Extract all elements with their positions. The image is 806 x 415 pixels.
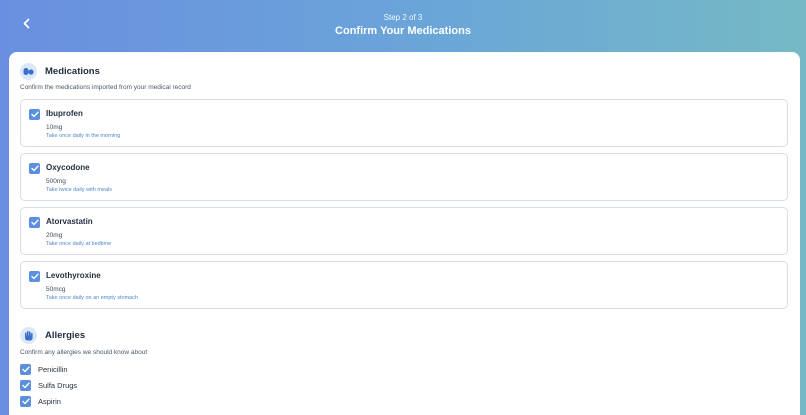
medication-checkbox[interactable]: [29, 109, 40, 120]
header: Step 2 of 3 Confirm Your Medications: [0, 0, 806, 52]
allergy-item[interactable]: Penicillin: [20, 364, 68, 375]
pills-icon: [20, 63, 37, 80]
check-icon: [21, 398, 30, 405]
allergy-checkbox[interactable]: [20, 380, 31, 391]
medication-item[interactable]: Atorvastatin 20mg Take once daily at bed…: [20, 207, 788, 255]
medication-checkbox[interactable]: [29, 163, 40, 174]
medication-instructions: Take once daily on an empty stomach: [46, 295, 139, 301]
allergy-checkbox[interactable]: [20, 396, 31, 407]
medications-subtitle: Confirm the medications imported from yo…: [20, 84, 191, 91]
medications-title: Medications: [45, 66, 100, 77]
allergies-subtitle: Confirm any allergies we should know abo…: [20, 349, 148, 356]
allergy-item[interactable]: Aspirin: [20, 396, 61, 407]
allergy-checkbox[interactable]: [20, 364, 31, 375]
check-icon: [30, 165, 39, 172]
allergies-title: Allergies: [45, 330, 86, 341]
medication-item[interactable]: Oxycodone 500mg Take twice daily with me…: [20, 153, 788, 201]
medication-dose: 50mcg: [46, 286, 66, 293]
allergy-label: Penicillin: [38, 365, 68, 374]
medication-item[interactable]: Levothyroxine 50mcg Take once daily on a…: [20, 261, 788, 309]
allergy-item[interactable]: Sulfa Drugs: [20, 380, 77, 391]
medication-dose: 500mg: [46, 178, 66, 185]
medication-name: Oxycodone: [46, 163, 90, 172]
medication-item[interactable]: Ibuprofen 10mg Take once daily in the mo…: [20, 99, 788, 147]
check-icon: [30, 111, 39, 118]
medication-dose: 10mg: [46, 124, 63, 131]
check-icon: [30, 219, 39, 226]
medication-name: Ibuprofen: [46, 109, 83, 118]
allergy-label: Aspirin: [38, 397, 61, 406]
check-icon: [30, 273, 39, 280]
allergies-header: Allergies: [20, 327, 85, 344]
medication-instructions: Take twice daily with meals: [46, 187, 113, 193]
main-card: Medications Confirm the medications impo…: [9, 52, 800, 415]
medications-header: Medications: [20, 63, 100, 80]
check-icon: [21, 382, 30, 389]
medication-name: Levothyroxine: [46, 271, 101, 280]
step-indicator: Step 2 of 3: [383, 13, 423, 22]
medication-dose: 20mg: [46, 232, 63, 239]
allergy-label: Sulfa Drugs: [38, 381, 78, 390]
medication-checkbox[interactable]: [29, 217, 40, 228]
check-icon: [21, 366, 30, 373]
medication-instructions: Take once daily in the morning: [46, 133, 121, 139]
hand-icon: [20, 327, 37, 344]
medication-checkbox[interactable]: [29, 271, 40, 282]
page-title: Confirm Your Medications: [335, 25, 471, 37]
header-text: Step 2 of 3 Confirm Your Medications: [0, 13, 806, 37]
medication-name: Atorvastatin: [46, 217, 93, 226]
medication-instructions: Take once daily at bedtime: [46, 241, 112, 247]
